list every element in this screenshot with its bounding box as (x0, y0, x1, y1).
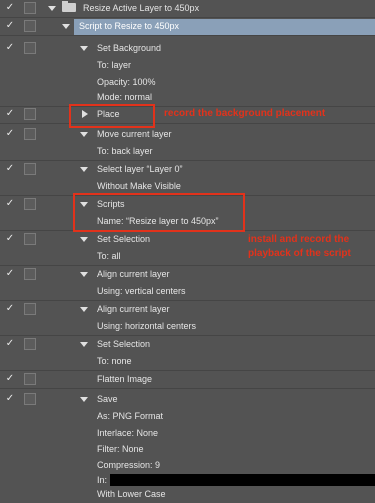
disclosure-triangle-icon[interactable] (80, 167, 88, 172)
checkmark-icon[interactable]: ✓ (4, 233, 16, 245)
checkmark-icon[interactable]: ✓ (4, 198, 16, 210)
action-label: Script to Resize to 450px (79, 21, 180, 31)
checkmark-icon[interactable]: ✓ (4, 393, 16, 405)
step-label: Select layer “Layer 0” (97, 164, 183, 174)
dialog-toggle-box[interactable] (24, 20, 36, 32)
step-set-selection-none[interactable]: ✓ Set Selection (0, 336, 375, 353)
step-detail: Using: vertical centers (0, 283, 375, 301)
annotation-box-scripts (73, 193, 245, 232)
annotation-box-place (69, 104, 155, 128)
dialog-toggle-box[interactable] (24, 373, 36, 385)
step-label: Align current layer (97, 304, 170, 314)
dialog-toggle-box[interactable] (24, 233, 36, 245)
step-detail-text: With Lower Case (97, 489, 166, 499)
step-detail-text: Using: vertical centers (97, 286, 186, 296)
step-detail-text: Mode: normal (97, 92, 153, 102)
action-set-row[interactable]: ✓ Resize Active Layer to 450px (0, 0, 375, 18)
checkmark-icon[interactable]: ✓ (4, 20, 16, 32)
checkmark-icon[interactable]: ✓ (4, 268, 16, 280)
dialog-toggle-box[interactable] (24, 268, 36, 280)
step-detail-text: As: PNG Format (97, 411, 164, 421)
disclosure-triangle-icon[interactable] (80, 307, 88, 312)
step-detail-text: Interlace: None (97, 428, 159, 438)
step-detail: Using: horizontal centers (0, 318, 375, 336)
disclosure-triangle-icon[interactable] (80, 397, 88, 402)
step-select-layer[interactable]: ✓ Select layer “Layer 0” (0, 161, 375, 178)
step-label: Set Background (97, 43, 162, 53)
checkmark-icon[interactable]: ✓ (4, 108, 16, 120)
disclosure-triangle-icon[interactable] (62, 24, 70, 29)
step-detail-text: Filter: None (97, 444, 144, 454)
checkmark-icon[interactable]: ✓ (4, 373, 16, 385)
disclosure-triangle-icon[interactable] (80, 237, 88, 242)
step-detail-text: Opacity: 100% (97, 77, 156, 87)
step-detail-text: Using: horizontal centers (97, 321, 197, 331)
dialog-toggle-box[interactable] (24, 2, 36, 14)
step-detail-text: To: all (97, 251, 121, 261)
step-detail: To: all (0, 248, 375, 266)
step-align-vertical[interactable]: ✓ Align current layer (0, 266, 375, 283)
checkmark-icon[interactable]: ✓ (4, 2, 16, 14)
checkmark-icon[interactable]: ✓ (4, 163, 16, 175)
dialog-toggle-box[interactable] (24, 303, 36, 315)
dialog-toggle-box[interactable] (24, 198, 36, 210)
dialog-toggle-box[interactable] (24, 108, 36, 120)
checkmark-icon[interactable]: ✓ (4, 128, 16, 140)
step-align-horizontal[interactable]: ✓ Align current layer (0, 301, 375, 318)
dialog-toggle-box[interactable] (24, 393, 36, 405)
redacted-path (110, 474, 375, 486)
action-set-label: Resize Active Layer to 450px (83, 3, 200, 13)
step-detail: To: back layer (0, 143, 375, 161)
checkmark-icon[interactable]: ✓ (4, 338, 16, 350)
checkmark-icon[interactable]: ✓ (4, 303, 16, 315)
disclosure-triangle-icon[interactable] (80, 272, 88, 277)
step-detail-text: To: back layer (97, 146, 153, 156)
step-set-background[interactable]: ✓ Set Background (0, 40, 375, 57)
dialog-toggle-box[interactable] (24, 163, 36, 175)
step-label: Save (97, 394, 118, 404)
step-detail-text: Without Make Visible (97, 181, 181, 191)
disclosure-triangle-icon[interactable] (80, 46, 88, 51)
annotation-place-note: record the background placement (164, 108, 326, 119)
step-detail-text: Compression: 9 (97, 460, 161, 470)
step-label: Move current layer (97, 129, 172, 139)
step-set-selection[interactable]: ✓ Set Selection (0, 231, 375, 248)
disclosure-triangle-icon[interactable] (80, 132, 88, 137)
step-flatten-image[interactable]: ✓ Flatten Image (0, 371, 375, 389)
disclosure-triangle-icon[interactable] (80, 342, 88, 347)
checkmark-icon[interactable]: ✓ (4, 42, 16, 54)
folder-icon (62, 1, 76, 12)
step-detail: To: none (0, 353, 375, 371)
step-label: Align current layer (97, 269, 170, 279)
dialog-toggle-box[interactable] (24, 338, 36, 350)
step-label: Flatten Image (97, 374, 153, 384)
step-detail: To: layer (0, 57, 375, 74)
step-detail: Interlace: None (0, 425, 375, 442)
step-label: Set Selection (97, 339, 151, 349)
disclosure-triangle-icon[interactable] (48, 6, 56, 11)
step-detail: Mode: normal (0, 89, 375, 107)
step-detail: As: PNG Format (0, 408, 375, 425)
step-detail-text: To: layer (97, 60, 132, 70)
step-detail-text: In: (97, 475, 108, 485)
step-detail: With Lower Case (0, 486, 375, 503)
step-move-layer[interactable]: ✓ Move current layer (0, 126, 375, 143)
step-detail: Filter: None (0, 441, 375, 458)
step-label: Set Selection (97, 234, 151, 244)
step-save[interactable]: ✓ Save (0, 391, 375, 408)
dialog-toggle-box[interactable] (24, 42, 36, 54)
dialog-toggle-box[interactable] (24, 128, 36, 140)
step-detail-text: To: none (97, 356, 132, 366)
action-row[interactable]: ✓ Script to Resize to 450px (0, 18, 375, 36)
